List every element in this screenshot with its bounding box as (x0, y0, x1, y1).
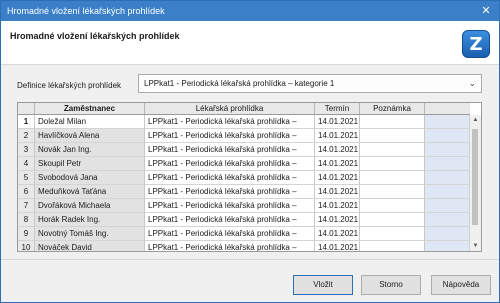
row-number[interactable]: 8 (18, 213, 35, 227)
definition-select[interactable]: LPPkat1 - Periodická lékařská prohlídka … (138, 74, 482, 93)
dialog-heading: Hromadné vložení lékařských prohlídek (10, 31, 180, 41)
cell-term[interactable]: 14.01.2021 (315, 199, 360, 213)
column-header-extra (425, 103, 470, 115)
table-row[interactable]: 2 Havlíčková Alena LPPkat1 - Periodická lé… (18, 129, 481, 143)
cell-exam[interactable]: LPPkat1 - Periodická lékařská prohlídka … (145, 241, 315, 251)
cell-note[interactable] (360, 241, 425, 251)
table-row[interactable]: 1 Doležal Milan LPPkat1 - Periodická lékař… (18, 115, 481, 129)
cell-term[interactable]: 14.01.2021 (315, 157, 360, 171)
cell-note[interactable] (360, 171, 425, 185)
definition-label: Definice lékařských prohlídek (17, 81, 122, 90)
cell-term[interactable]: 14.01.2021 (315, 185, 360, 199)
cell-note[interactable] (360, 143, 425, 157)
cell-term[interactable]: 14.01.2021 (315, 213, 360, 227)
cell-extra[interactable] (425, 227, 470, 241)
close-icon[interactable]: ✕ (478, 3, 494, 19)
row-number[interactable]: 3 (18, 143, 35, 157)
cell-term[interactable]: 14.01.2021 (315, 115, 360, 129)
cell-employee[interactable]: Novák Jan Ing. (35, 143, 145, 157)
cell-employee[interactable]: Skoupil Petr (35, 157, 145, 171)
cell-exam[interactable]: LPPkat1 - Periodická lékařská prohlídka … (145, 171, 315, 185)
row-number[interactable]: 9 (18, 227, 35, 241)
cell-extra[interactable] (425, 199, 470, 213)
column-header-employee[interactable]: Zaměstnanec (35, 103, 145, 115)
cell-term[interactable]: 14.01.2021 (315, 143, 360, 157)
cell-extra[interactable] (425, 157, 470, 171)
cell-exam[interactable]: LPPkat1 - Periodická lékařská prohlídka … (145, 115, 315, 129)
definition-select-value: LPPkat1 - Periodická lékařská prohlídka … (144, 79, 335, 88)
cell-employee[interactable]: Meduňková Taťána (35, 185, 145, 199)
table-row[interactable]: 6 Meduňková Taťána LPPkat1 - Periodická lé… (18, 185, 481, 199)
footer-divider (1, 259, 499, 260)
cell-extra[interactable] (425, 143, 470, 157)
table-row[interactable]: 9 Novotný Tomáš Ing. LPPkat1 - Periodická … (18, 227, 481, 241)
cell-note[interactable] (360, 185, 425, 199)
row-number[interactable]: 10 (18, 241, 35, 251)
cell-note[interactable] (360, 213, 425, 227)
cell-extra[interactable] (425, 129, 470, 143)
cell-note[interactable] (360, 227, 425, 241)
dialog-window: Hromadné vložení lékařských prohlídek ✕ … (0, 0, 500, 303)
dialog-header: Hromadné vložení lékařských prohlídek Z (1, 21, 499, 65)
row-number[interactable]: 6 (18, 185, 35, 199)
title-bar[interactable]: Hromadné vložení lékařských prohlídek ✕ (1, 1, 499, 21)
window-title: Hromadné vložení lékařských prohlídek (7, 6, 165, 16)
cell-extra[interactable] (425, 171, 470, 185)
column-header-exam[interactable]: Lékařská prohlídka (145, 103, 315, 115)
table-row[interactable]: 7 Dvořáková Michaela LPPkat1 - Periodická … (18, 199, 481, 213)
row-number-header (18, 103, 35, 115)
table-row[interactable]: 5 Svobodová Jana LPPkat1 - Periodická léka… (18, 171, 481, 185)
app-logo-icon: Z (462, 30, 490, 58)
table-row[interactable]: 3 Novák Jan Ing. LPPkat1 - Periodická léka… (18, 143, 481, 157)
cell-employee[interactable]: Havlíčková Alena (35, 129, 145, 143)
row-number[interactable]: 1 (18, 115, 35, 129)
cell-term[interactable]: 14.01.2021 (315, 129, 360, 143)
cell-note[interactable] (360, 115, 425, 129)
row-number[interactable]: 5 (18, 171, 35, 185)
cell-exam[interactable]: LPPkat1 - Periodická lékařská prohlídka … (145, 227, 315, 241)
cell-employee[interactable]: Svobodová Jana (35, 171, 145, 185)
cell-exam[interactable]: LPPkat1 - Periodická lékařská prohlídka … (145, 199, 315, 213)
cell-exam[interactable]: LPPkat1 - Periodická lékařská prohlídka … (145, 143, 315, 157)
cell-exam[interactable]: LPPkat1 - Periodická lékařská prohlídka … (145, 185, 315, 199)
cell-term[interactable]: 14.01.2021 (315, 171, 360, 185)
chevron-down-icon[interactable]: ⌄ (468, 78, 476, 89)
row-number[interactable]: 4 (18, 157, 35, 171)
cell-employee[interactable]: Novotný Tomáš Ing. (35, 227, 145, 241)
cell-employee[interactable]: Doležal Milan (35, 115, 145, 129)
cell-exam[interactable]: LPPkat1 - Periodická lékařská prohlídka … (145, 157, 315, 171)
cell-exam[interactable]: LPPkat1 - Periodická lékařská prohlídka … (145, 213, 315, 227)
cell-employee[interactable]: Nováček David (35, 241, 145, 251)
cell-term[interactable]: 14.01.2021 (315, 227, 360, 241)
cell-extra[interactable] (425, 115, 470, 129)
row-number[interactable]: 2 (18, 129, 35, 143)
vertical-scrollbar[interactable]: ▲ ▼ (469, 115, 481, 251)
logo-glyph: Z (469, 34, 483, 55)
cancel-button[interactable]: Storno (361, 275, 421, 295)
column-header-term[interactable]: Termín (315, 103, 360, 115)
cell-extra[interactable] (425, 241, 470, 251)
row-number[interactable]: 7 (18, 199, 35, 213)
scroll-down-icon[interactable]: ▼ (470, 241, 481, 251)
cell-note[interactable] (360, 129, 425, 143)
table-row[interactable]: 8 Horák Radek Ing. LPPkat1 - Periodická lé… (18, 213, 481, 227)
scroll-up-icon[interactable]: ▲ (470, 115, 481, 125)
examinations-table: Zaměstnanec Lékařská prohlídka Termín Po… (17, 102, 482, 252)
cell-employee[interactable]: Horák Radek Ing. (35, 213, 145, 227)
cell-exam[interactable]: LPPkat1 - Periodická lékařská prohlídka … (145, 129, 315, 143)
help-button[interactable]: Nápověda (431, 275, 491, 295)
cell-extra[interactable] (425, 213, 470, 227)
cell-employee[interactable]: Dvořáková Michaela (35, 199, 145, 213)
insert-button[interactable]: Vložit (293, 275, 353, 295)
table-row[interactable]: 10 Nováček David LPPkat1 - Periodická léka… (18, 241, 481, 251)
cell-term[interactable]: 14.01.2021 (315, 241, 360, 251)
cell-extra[interactable] (425, 185, 470, 199)
column-header-note[interactable]: Poznámka (360, 103, 425, 115)
table-row[interactable]: 4 Skoupil Petr LPPkat1 - Periodická lékařs… (18, 157, 481, 171)
scrollbar-thumb[interactable] (472, 129, 478, 225)
cell-note[interactable] (360, 157, 425, 171)
cell-note[interactable] (360, 199, 425, 213)
